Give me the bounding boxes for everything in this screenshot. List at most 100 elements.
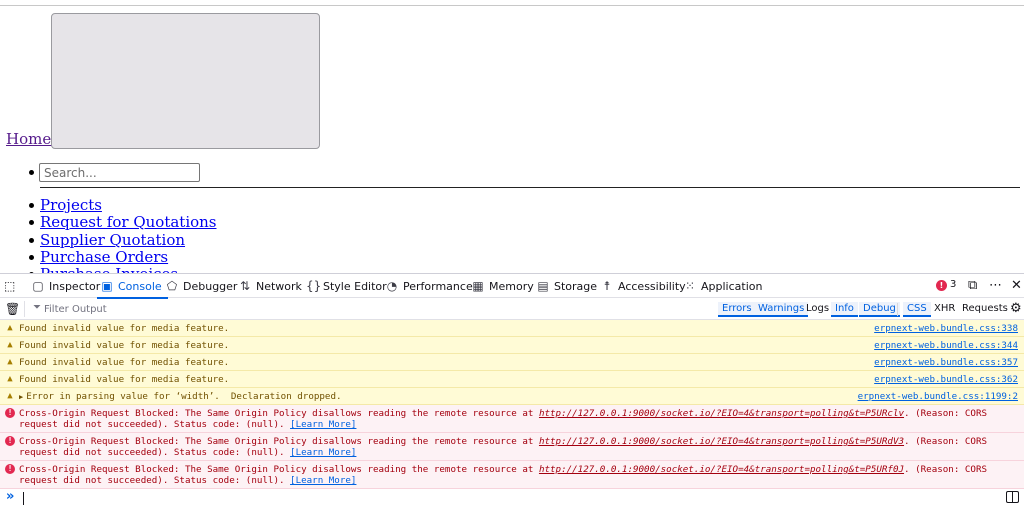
message-text-row: Cross-Origin Request Blocked: The Same O… bbox=[19, 464, 1018, 486]
console-input-row[interactable]: » bbox=[0, 487, 1024, 509]
message-text: Cross-Origin Request Blocked: The Same O… bbox=[19, 408, 539, 419]
tab-label: Performance bbox=[403, 279, 473, 293]
filter-logs-button[interactable]: Logs bbox=[802, 302, 833, 317]
menu-link-projects[interactable]: Projects bbox=[40, 196, 102, 214]
warning-icon: ▲ bbox=[7, 391, 13, 401]
tab-label: Storage bbox=[554, 279, 598, 293]
error-badge-icon[interactable]: ! bbox=[936, 280, 947, 291]
expand-twisty-icon[interactable]: ▶ bbox=[19, 393, 23, 401]
storage-icon: ▤ bbox=[537, 279, 549, 293]
tab-label: Network bbox=[256, 279, 302, 293]
tab-performance[interactable]: ◔ Performance bbox=[386, 274, 473, 298]
tab-label: Memory bbox=[489, 279, 534, 293]
console-message-error: ! Cross-Origin Request Blocked: The Same… bbox=[0, 405, 1024, 433]
console-message-error: ! Cross-Origin Request Blocked: The Same… bbox=[0, 461, 1024, 489]
tab-label: Debugger bbox=[183, 279, 238, 293]
warning-icon: ▲ bbox=[7, 357, 13, 367]
console-message-warning[interactable]: ▲ ▶ Error in parsing value for ‘width’. D… bbox=[0, 388, 1024, 405]
menu-link-supplier-quotation[interactable]: Supplier Quotation bbox=[40, 231, 185, 249]
message-text-row: Cross-Origin Request Blocked: The Same O… bbox=[19, 436, 1018, 458]
message-text: Found invalid value for media feature. bbox=[19, 323, 230, 334]
message-url-link[interactable]: http://127.0.0.1:9000/socket.io/?EIO=4&t… bbox=[539, 408, 904, 419]
message-text: Cross-Origin Request Blocked: The Same O… bbox=[19, 464, 539, 475]
warning-icon: ▲ bbox=[7, 340, 13, 350]
menu-link-purchase-orders[interactable]: Purchase Orders bbox=[40, 248, 168, 266]
message-source-link[interactable]: erpnext-web.bundle.css:344 bbox=[874, 340, 1018, 351]
logo-placeholder bbox=[51, 13, 320, 149]
learn-more-link[interactable]: [Learn More] bbox=[290, 475, 356, 486]
warning-icon: ▲ bbox=[7, 374, 13, 384]
filter-info-button[interactable]: Info bbox=[831, 302, 858, 317]
home-link[interactable]: Home bbox=[6, 130, 51, 148]
tab-debugger[interactable]: ⬠ Debugger bbox=[166, 274, 238, 298]
error-icon: ! bbox=[5, 408, 15, 418]
message-url-link[interactable]: http://127.0.0.1:9000/socket.io/?EIO=4&t… bbox=[539, 464, 904, 475]
message-text-row: Cross-Origin Request Blocked: The Same O… bbox=[19, 408, 1018, 430]
tab-network[interactable]: ⇅ Network bbox=[239, 274, 302, 298]
message-source-link[interactable]: erpnext-web.bundle.css:362 bbox=[874, 374, 1018, 385]
menu-link-request-for-quotations[interactable]: Request for Quotations bbox=[40, 213, 217, 231]
debugger-icon: ⬠ bbox=[166, 279, 178, 293]
console-message-warning: ▲ Found invalid value for media feature.… bbox=[0, 371, 1024, 388]
learn-more-link[interactable]: [Learn More] bbox=[290, 447, 356, 458]
message-source-link[interactable]: erpnext-web.bundle.css:1199:2 bbox=[858, 391, 1018, 402]
tab-console[interactable]: ▣ Console bbox=[97, 274, 168, 299]
dock-side-icon[interactable]: ⧉ bbox=[968, 278, 977, 293]
text-cursor bbox=[23, 492, 24, 505]
filter-debug-button[interactable]: Debug bbox=[859, 302, 900, 317]
application-icon: ⁙ bbox=[684, 279, 696, 293]
filter-warnings-button[interactable]: Warnings bbox=[754, 302, 809, 317]
top-divider bbox=[0, 5, 1024, 6]
filter-icon: ⏷ bbox=[33, 302, 41, 313]
filter-output-input[interactable] bbox=[44, 301, 344, 317]
close-icon[interactable]: ✕ bbox=[1011, 278, 1022, 293]
menu-link-purchase-invoices[interactable]: Purchase Invoices bbox=[40, 265, 178, 273]
error-count[interactable]: 3 bbox=[950, 279, 956, 290]
console-message-error: ! Cross-Origin Request Blocked: The Same… bbox=[0, 433, 1024, 461]
accessibility-icon: ☨ bbox=[603, 279, 611, 293]
filter-separator bbox=[897, 303, 898, 316]
editor-mode-toggle-icon[interactable] bbox=[1006, 491, 1019, 503]
tab-label: Inspector bbox=[49, 279, 101, 293]
network-icon: ⇅ bbox=[239, 279, 251, 293]
memory-icon: ▦ bbox=[472, 279, 484, 293]
tab-storage[interactable]: ▤ Storage bbox=[537, 274, 597, 298]
console-filter-bar: 🗑 ⏷ Errors Warnings Logs Info Debug CSS … bbox=[0, 298, 1024, 320]
filter-xhr-button[interactable]: XHR bbox=[930, 302, 959, 317]
message-source-link[interactable]: erpnext-web.bundle.css:338 bbox=[874, 323, 1018, 334]
list-bullet bbox=[29, 170, 34, 175]
message-url-link[interactable]: http://127.0.0.1:9000/socket.io/?EIO=4&t… bbox=[539, 436, 904, 447]
list-bullet bbox=[29, 255, 34, 260]
message-text: Error in parsing value for ‘width’. Decl… bbox=[26, 391, 342, 402]
list-bullet bbox=[29, 203, 34, 208]
error-icon: ! bbox=[5, 436, 15, 446]
console-icon: ▣ bbox=[101, 279, 113, 293]
inspector-icon: ▢ bbox=[32, 279, 44, 293]
learn-more-link[interactable]: [Learn More] bbox=[290, 419, 356, 430]
tab-accessibility[interactable]: ☨ Accessibility bbox=[601, 274, 686, 298]
devtools-panel: ⬚ ▢ Inspector ▣ Console ⬠ Debugger ⇅ Net… bbox=[0, 273, 1024, 508]
more-options-icon[interactable]: ⋯ bbox=[989, 278, 1002, 293]
filter-css-button[interactable]: CSS bbox=[903, 302, 931, 317]
filter-requests-button[interactable]: Requests bbox=[958, 302, 1012, 317]
list-bullet bbox=[29, 220, 34, 225]
tab-application[interactable]: ⁙ Application bbox=[684, 274, 763, 298]
message-text: Cross-Origin Request Blocked: The Same O… bbox=[19, 436, 539, 447]
console-settings-gear-icon[interactable]: ⚙ bbox=[1010, 301, 1022, 316]
message-text: Found invalid value for media feature. bbox=[19, 340, 230, 351]
tab-memory[interactable]: ▦ Memory bbox=[472, 274, 534, 298]
tab-inspector[interactable]: ▢ Inspector bbox=[32, 274, 100, 298]
tab-label: Console bbox=[118, 279, 162, 293]
tab-label: Accessibility bbox=[618, 279, 686, 293]
clear-console-icon[interactable]: 🗑 bbox=[5, 302, 20, 316]
tab-style-editor[interactable]: {} Style Editor bbox=[306, 274, 387, 298]
web-page: Home Projects Request for Quotations Sup… bbox=[0, 0, 1024, 273]
search-input[interactable] bbox=[39, 163, 200, 182]
filter-errors-button[interactable]: Errors bbox=[718, 302, 756, 317]
element-picker-icon[interactable]: ⬚ bbox=[4, 279, 18, 293]
console-message-warning: ▲ Found invalid value for media feature.… bbox=[0, 320, 1024, 337]
console-message-warning: ▲ Found invalid value for media feature.… bbox=[0, 337, 1024, 354]
warning-icon: ▲ bbox=[7, 323, 13, 333]
message-source-link[interactable]: erpnext-web.bundle.css:357 bbox=[874, 357, 1018, 368]
error-icon: ! bbox=[5, 464, 15, 474]
